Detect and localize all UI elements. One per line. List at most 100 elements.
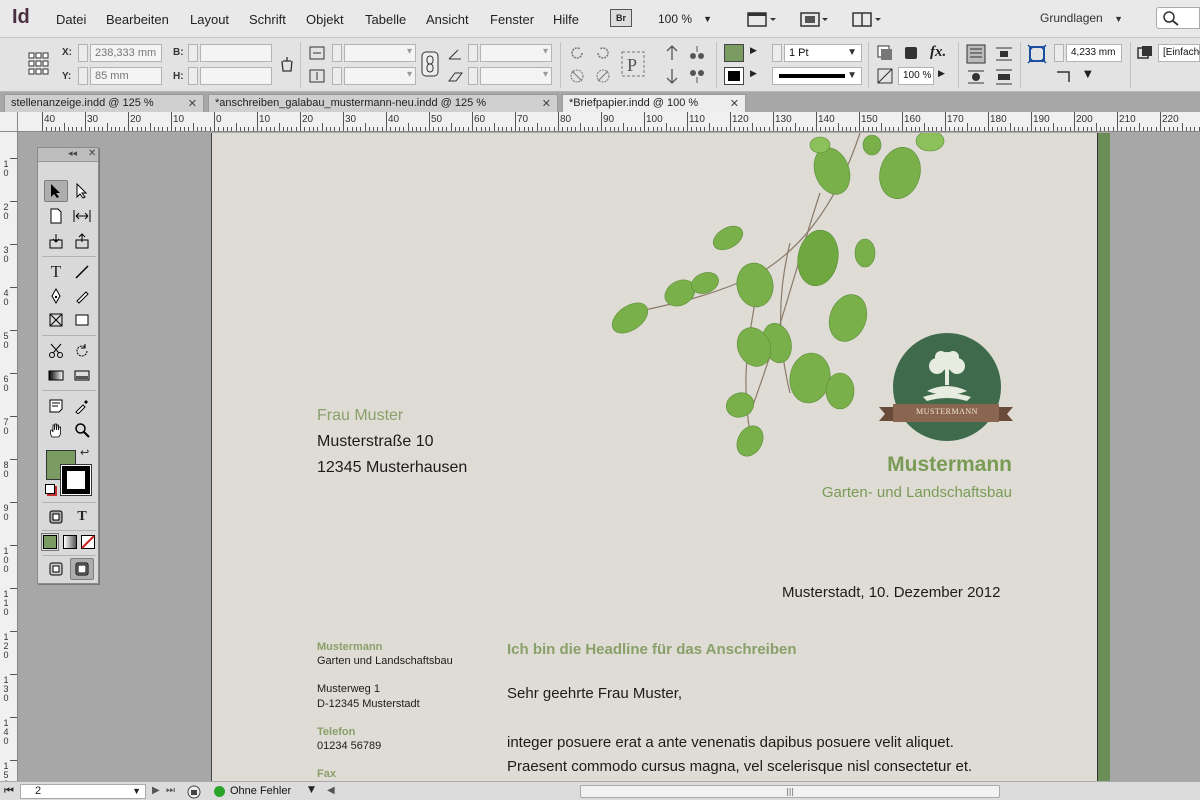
content-placer-tool[interactable]	[70, 230, 94, 252]
body-line-1[interactable]: integer posuere erat a ante venenatis da…	[507, 734, 954, 751]
green-margin-bar[interactable]	[1098, 133, 1110, 781]
stroke-menu-arrow-icon[interactable]: ▶	[750, 69, 757, 79]
recipient-name[interactable]: Frau Muster	[317, 407, 403, 425]
pencil-tool[interactable]	[70, 285, 94, 307]
body-line-2[interactable]: Praesent commodo cursus magna, vel scele…	[507, 758, 972, 775]
sidebar-phone-label[interactable]: Telefon	[317, 726, 355, 738]
open-document-icon[interactable]	[186, 784, 202, 800]
page-tool[interactable]	[44, 205, 68, 227]
tab-briefpapier[interactable]: *Briefpapier.indd @ 100 % ✕	[562, 94, 746, 112]
constrain-proportions-icon[interactable]	[278, 55, 296, 73]
view-options-button[interactable]	[745, 9, 777, 29]
text-wrap-jump-icon[interactable]	[994, 67, 1014, 87]
apply-gradient-button[interactable]	[63, 535, 77, 549]
corner-shape-icon[interactable]	[1054, 67, 1074, 87]
scale-y-dropdown[interactable]	[344, 67, 416, 85]
fill-menu-arrow-icon[interactable]: ▶	[750, 46, 757, 56]
line-tool[interactable]	[70, 261, 94, 283]
stroke-weight-spinner[interactable]	[772, 44, 782, 62]
search-input[interactable]	[1156, 7, 1200, 29]
preview-mode-button[interactable]	[70, 558, 94, 580]
close-icon[interactable]: ✕	[542, 97, 551, 110]
width-field[interactable]	[200, 44, 272, 62]
close-icon[interactable]: ✕	[730, 97, 739, 110]
brand-name[interactable]: Mustermann	[820, 453, 1012, 477]
hand-tool[interactable]	[44, 419, 68, 441]
select-container-icon[interactable]	[663, 44, 681, 62]
gradient-feather-tool[interactable]	[70, 364, 94, 386]
reference-point-icon[interactable]	[28, 52, 50, 76]
select-content-icon[interactable]	[688, 44, 706, 62]
scale-x-spinner[interactable]	[332, 44, 342, 62]
scale-x-dropdown[interactable]	[344, 44, 416, 62]
flip-vertical-icon[interactable]	[594, 67, 612, 85]
free-transform-tool[interactable]	[70, 340, 94, 362]
rectangle-frame-tool[interactable]	[44, 309, 68, 331]
eyedropper-tool[interactable]	[70, 395, 94, 417]
formatting-text-button[interactable]: T	[70, 506, 94, 528]
bridge-button[interactable]: Br	[610, 9, 632, 27]
text-wrap-shape-icon[interactable]	[966, 67, 986, 87]
text-wrap-box-icon[interactable]	[994, 44, 1014, 64]
pen-tool[interactable]	[44, 285, 68, 307]
first-page-icon[interactable]: ⏮	[4, 784, 14, 798]
company-logo-circle[interactable]	[893, 333, 1001, 441]
gradient-swatch-tool[interactable]	[44, 364, 68, 386]
close-icon[interactable]: ✕	[188, 97, 197, 110]
sidebar-city[interactable]: D-12345 Musterstadt	[317, 698, 420, 710]
scroll-left-icon[interactable]: ◀	[327, 785, 335, 796]
ruler-origin[interactable]	[0, 112, 18, 132]
menu-schrift[interactable]: Schrift	[249, 12, 286, 27]
arrange-documents-button[interactable]	[850, 9, 882, 29]
offset-spinner[interactable]	[1054, 44, 1064, 62]
stroke-type-dropdown[interactable]: ▼	[772, 67, 862, 85]
horizontal-ruler[interactable]: 40 30 20 10 0 10 20 30 40 50 60 70 80 90 100 110 120 130 1…	[18, 112, 1200, 132]
default-colors-icon[interactable]	[45, 484, 55, 494]
chain-link-icon[interactable]	[420, 50, 440, 78]
tools-panel-header[interactable]: ◂◂ ✕	[38, 148, 98, 162]
content-collector-tool[interactable]	[44, 230, 68, 252]
sidebar-company-sub[interactable]: Garten und Landschaftsbau	[317, 655, 453, 667]
letter-date[interactable]: Musterstadt, 10. Dezember 2012	[782, 584, 1000, 601]
page-number-field[interactable]: 2 ▼	[20, 784, 146, 799]
effects-fx-icon[interactable]: fx.	[930, 44, 946, 61]
y-spinner[interactable]	[78, 67, 88, 85]
menu-objekt[interactable]: Objekt	[306, 12, 344, 27]
rectangle-tool[interactable]	[70, 309, 94, 331]
menu-hilfe[interactable]: Hilfe	[553, 12, 579, 27]
formatting-container-button[interactable]	[44, 506, 68, 528]
workspace-switcher[interactable]: Grundlagen ▼	[1040, 11, 1123, 25]
close-icon[interactable]: ✕	[88, 148, 96, 159]
horizontal-scrollbar[interactable]: |||	[580, 785, 1000, 798]
recipient-city[interactable]: 12345 Musterhausen	[317, 459, 467, 477]
select-next-icon[interactable]	[688, 67, 706, 85]
stroke-color-swatch[interactable]	[724, 67, 744, 85]
rotate-dropdown[interactable]	[480, 44, 552, 62]
rotate-cw-icon[interactable]	[568, 44, 586, 62]
object-style-dropdown[interactable]: [Einfache	[1158, 44, 1200, 62]
height-spinner[interactable]	[188, 67, 198, 85]
type-tool[interactable]: T	[44, 261, 68, 283]
brand-subtitle[interactable]: Garten- und Landschaftsbau	[760, 484, 1012, 501]
effects-shadow-icon[interactable]	[902, 44, 920, 62]
x-spinner[interactable]	[78, 44, 88, 62]
text-frame-p-icon[interactable]: P	[620, 50, 646, 78]
sidebar-company[interactable]: Mustermann	[317, 641, 382, 653]
x-position-field[interactable]: 238,333 mm	[90, 44, 162, 62]
menu-bearbeiten[interactable]: Bearbeiten	[106, 12, 169, 27]
tab-stellenanzeige[interactable]: stellenanzeige.indd @ 125 % ✕	[4, 94, 204, 112]
normal-view-button[interactable]	[44, 558, 68, 580]
zoom-tool[interactable]	[70, 419, 94, 441]
width-spinner[interactable]	[188, 44, 198, 62]
menu-fenster[interactable]: Fenster	[490, 12, 534, 27]
auto-fit-frame-icon[interactable]	[1027, 44, 1047, 64]
apply-none-icon[interactable]	[81, 535, 95, 549]
selection-tool[interactable]	[44, 180, 68, 202]
swap-fill-stroke-icon[interactable]: ↩	[80, 446, 89, 459]
recipient-street[interactable]: Musterstraße 10	[317, 433, 433, 451]
stroke-weight-field[interactable]: 1 Pt ▼	[784, 44, 862, 62]
letter-headline[interactable]: Ich bin die Headline für das Anschreiben	[507, 641, 797, 658]
menu-tabelle[interactable]: Tabelle	[365, 12, 406, 27]
collapse-icon[interactable]: ◂◂	[68, 149, 77, 159]
fill-color-swatch[interactable]	[724, 44, 744, 62]
